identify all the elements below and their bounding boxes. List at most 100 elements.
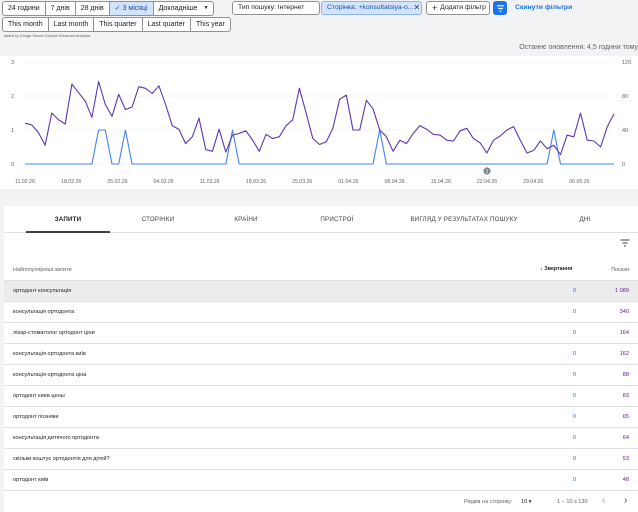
header-clicks-label: Звертання: [544, 266, 573, 272]
range-3m-button[interactable]: ✓ 3 місяці: [109, 2, 154, 15]
x-axis-tick: 25.02.26: [107, 179, 127, 185]
add-filter-button[interactable]: + Додати фільтр: [426, 1, 490, 15]
rows-per-page-select[interactable]: 10 ▾: [521, 499, 532, 505]
right-axis-tick: 120: [622, 60, 631, 66]
range-more-label: Докладніше: [158, 5, 198, 12]
rows-per-page-label: Рядків на сторінку:: [464, 499, 513, 505]
table-header: Найпопулярніші запити ↓ Звертання Покази: [4, 259, 638, 281]
table-row[interactable]: ортодонт київ 0 48: [4, 470, 638, 491]
close-icon[interactable]: ✕: [413, 2, 420, 14]
add-filter-label: Додати фільтр: [440, 4, 486, 11]
caret-down-icon: ▼: [203, 5, 209, 11]
extension-note: added by Google Search Console Enhanced …: [4, 34, 91, 38]
query-cell: консультація ортодонта київ: [13, 351, 86, 357]
clicks-cell: 0: [572, 414, 576, 420]
x-axis-tick: 08.04.26: [384, 179, 404, 185]
impressions-cell: 164: [619, 330, 629, 336]
query-cell: консультація ортодонта ціна: [13, 372, 87, 378]
header-clicks[interactable]: ↓ Звертання: [540, 266, 572, 272]
report-table-card: ЗАПИТИ СТОРІНКИ КРАЇНИ ПРИСТРОЇ ВИГЛЯД У…: [4, 206, 638, 512]
x-axis-tick: 18.02.26: [61, 179, 81, 185]
table-row[interactable]: консультація дитячого ортодонта 0 64: [4, 428, 638, 449]
page-range: 1 – 10 з 130: [557, 499, 588, 505]
query-cell: консультація дитячого ортодонта: [13, 435, 99, 441]
x-axis-tick: 11.03.26: [200, 179, 220, 185]
x-axis-tick: 06.05.26: [569, 179, 589, 185]
left-axis-tick: 2: [11, 94, 14, 100]
page-filter-label: Сторінка: +konsultatsiya-o...: [327, 4, 414, 11]
table-row[interactable]: консультація ортодонта 0 340: [4, 302, 638, 323]
range-28d-button[interactable]: 28 днів: [76, 2, 110, 15]
clicks-cell: 0: [572, 456, 576, 462]
x-axis-tick: 04.03.26: [153, 179, 173, 185]
range-3m-label: 3 місяці: [122, 5, 148, 12]
table-row[interactable]: скільки коштує ортодонтія для дітей? 0 53: [4, 449, 638, 470]
clicks-cell: 0: [572, 477, 576, 483]
query-cell: ортодонт консультація: [13, 288, 72, 294]
last-quarter-button[interactable]: Last quarter: [143, 18, 191, 31]
query-cell: консультація ортодонта: [13, 309, 75, 315]
impressions-cell: 48: [622, 477, 629, 483]
query-cell: ортодонт позняки: [13, 414, 59, 420]
clicks-cell: 0: [572, 393, 576, 399]
table-body: ортодонт консультація 0 1 089 консультація …: [4, 281, 638, 491]
left-axis-tick: 0: [11, 162, 14, 168]
right-axis-tick: 40: [622, 128, 628, 134]
search-type-chip[interactable]: Тип пошуку: Інтернет: [232, 1, 320, 15]
impressions-cell: 64: [622, 435, 629, 441]
next-page-icon[interactable]: ›: [624, 495, 627, 506]
report-tabs: ЗАПИТИ СТОРІНКИ КРАЇНИ ПРИСТРОЇ ВИГЛЯД У…: [4, 206, 638, 233]
tab-search-appearance[interactable]: ВИГЛЯД У РЕЗУЛЬТАТАХ ПОШУКУ: [400, 206, 528, 233]
x-axis-tick: 29.04.26: [523, 179, 543, 185]
right-axis-tick: 80: [622, 94, 628, 100]
impressions-cell: 162: [619, 351, 629, 357]
range-more-dropdown[interactable]: Докладніше ▼: [154, 2, 214, 15]
impressions-cell: 83: [622, 393, 629, 399]
page-filter-chip[interactable]: Сторінка: +konsultatsiya-o... ✕: [321, 1, 422, 15]
header-queries: Найпопулярніші запити: [13, 267, 72, 273]
annotation-label: 1: [486, 169, 489, 175]
table-filter-icon[interactable]: [620, 238, 630, 248]
line-chart: 3 2 1 0 120 80 40 0 11.02.26 18.02.26 25.02.26 04.0…: [11, 60, 631, 185]
table-row[interactable]: консультація ортодонта київ 0 162: [4, 344, 638, 365]
tab-countries[interactable]: КРАЇНИ: [218, 206, 274, 233]
date-range-segmented: 24 години 7 днів 28 днів ✓ 3 місяці Докла…: [2, 1, 215, 16]
x-axis-tick: 18.03.26: [246, 179, 266, 185]
table-row[interactable]: ортодонт позняки 0 65: [4, 407, 638, 428]
table-row[interactable]: консультація ортодонта ціна 0 88: [4, 365, 638, 386]
this-month-button[interactable]: This month: [3, 18, 49, 31]
table-row[interactable]: ортодонт киев цены 0 83: [4, 386, 638, 407]
range-7d-button[interactable]: 7 днів: [46, 2, 76, 15]
clicks-cell: 0: [572, 435, 576, 441]
impressions-series-line: [24, 80, 615, 156]
this-quarter-button[interactable]: This quarter: [94, 18, 143, 31]
tab-days[interactable]: ДНІ: [570, 206, 600, 233]
caret-down-icon: ▾: [528, 499, 532, 505]
prev-page-icon[interactable]: ‹: [602, 495, 605, 506]
performance-chart: 3 2 1 0 120 80 40 0 11.02.26 18.02.26 25.02.26 04.0…: [0, 56, 638, 189]
search-type-label: Тип пошуку: Інтернет: [238, 4, 305, 11]
header-impressions[interactable]: Покази: [611, 267, 629, 273]
clicks-cell: 0: [572, 351, 576, 357]
x-axis-tick: 22.04.26: [477, 179, 497, 185]
this-year-button[interactable]: This year: [191, 18, 230, 31]
x-axis-tick: 25.03.26: [292, 179, 312, 185]
query-cell: ортодонт київ: [13, 477, 49, 483]
right-axis-tick: 0: [622, 162, 625, 168]
impressions-cell: 65: [622, 414, 629, 420]
clicks-cell: 0: [572, 288, 576, 294]
tab-pages[interactable]: СТОРІНКИ: [126, 206, 190, 233]
filter-menu-button[interactable]: [493, 1, 507, 15]
range-24h-button[interactable]: 24 години: [3, 2, 46, 15]
impressions-cell: 340: [619, 309, 629, 315]
reset-filters-link[interactable]: Скинути фільтри: [515, 4, 572, 11]
filter-icon: [496, 4, 504, 12]
left-axis-tick: 3: [11, 60, 14, 66]
query-cell: ортодонт киев цены: [13, 393, 65, 399]
table-row[interactable]: ортодонт консультація 0 1 089: [4, 281, 638, 302]
tab-queries[interactable]: ЗАПИТИ: [26, 206, 110, 233]
tab-devices[interactable]: ПРИСТРОЇ: [304, 206, 370, 233]
table-row[interactable]: лікар-стоматолог ортодонт ціни 0 164: [4, 323, 638, 344]
last-month-button[interactable]: Last month: [49, 18, 95, 31]
x-axis-tick: 15.04.26: [431, 179, 451, 185]
